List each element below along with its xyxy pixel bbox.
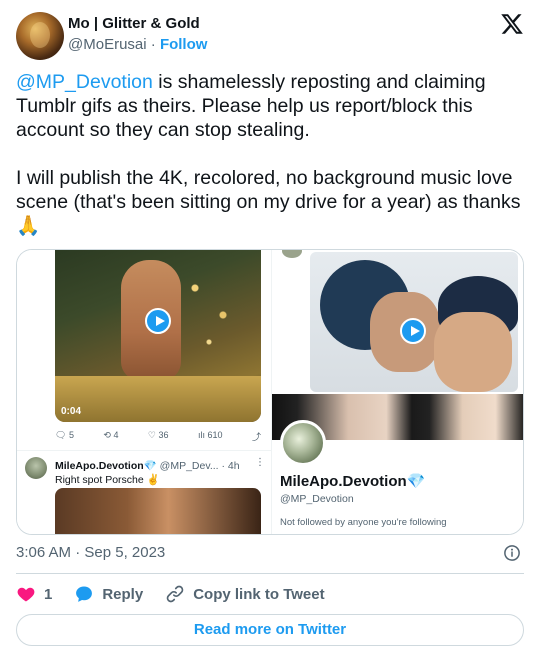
video-thumbnail-1[interactable]: 0:04 [55,250,261,422]
action-bar: 1 Reply Copy link to Tweet [16,584,347,604]
like-count: 1 [44,585,53,603]
reply-header: MileApo.Devotion💎 @MP_Dev... · 4h [55,459,240,472]
profile-handle: @MP_Devotion [280,493,354,505]
reply-author-handle: @MP_Dev... [159,460,219,472]
media-left-screenshot[interactable]: 0:04 🗨 5 ⟲ 4 ♡ 36 ılı 610 ⤴ MileApo.Devo… [17,250,271,534]
profile-avatar [280,420,326,466]
media-grid[interactable]: 0:04 🗨 5 ⟲ 4 ♡ 36 ılı 610 ⤴ MileApo.Devo… [16,249,524,535]
profile-follow-note: Not followed by anyone you're following [280,517,447,528]
video-stats-row: 🗨 5 ⟲ 4 ♡ 36 ılı 610 ⤴ [55,430,261,443]
author-name[interactable]: Mo | Glitter & Gold [68,15,200,32]
tweet-text: @MP_Devotion is shamelessly reposting an… [16,70,526,238]
reply-time: · 4h [221,460,240,472]
profile-name: MileApo.Devotion💎 [280,473,426,490]
video-duration: 0:04 [61,406,82,417]
tweet-paragraph-2-text: I will publish the 4K, recolored, no bac… [16,167,521,213]
divider [16,573,524,574]
more-options-icon: ⋮ [255,457,265,468]
copy-link-button[interactable]: Copy link to Tweet [165,584,325,604]
info-icon[interactable] [503,544,521,562]
handle-separator: · [150,36,156,53]
author-avatar[interactable] [16,12,64,60]
reply-label: Reply [102,585,144,603]
heart-icon [17,587,35,602]
author-handle-row: @MoErusai · Follow [68,36,207,53]
media-right-screenshot[interactable]: MileApo.Devotion💎 @MP_Devotion Not follo… [271,250,523,534]
small-avatar [282,250,302,258]
read-more-button[interactable]: Read more on Twitter [16,614,524,646]
speech-bubble-icon [76,586,93,602]
share-icon: ⤴ [251,432,261,442]
retweet-count-stat: ⟲ 4 [103,430,119,440]
follow-button[interactable]: Follow [160,36,208,53]
like-count-stat: ♡ 36 [147,430,169,440]
tweet-paragraph-2: I will publish the 4K, recolored, no bac… [16,166,526,238]
play-icon[interactable] [400,318,426,344]
praying-hands-emoji: 🙏 [16,215,41,237]
view-count-stat: ılı 610 [197,430,223,440]
reply-button[interactable]: Reply [74,584,143,604]
video-thumbnail-2[interactable] [55,488,261,534]
like-button[interactable]: 1 [16,584,52,604]
reply-count-stat: 🗨 5 [55,430,74,440]
mention-link[interactable]: @MP_Devotion [16,71,153,93]
play-icon[interactable] [145,308,171,334]
author-handle[interactable]: @MoErusai [68,36,147,53]
tweet-paragraph-1: @MP_Devotion is shamelessly reposting an… [16,70,526,142]
reply-avatar [25,457,47,479]
x-logo-icon[interactable] [500,12,524,36]
tweet-timestamp[interactable]: 3:06 AM · Sep 5, 2023 [16,544,165,561]
reply-author-name: MileApo.Devotion💎 [55,460,157,472]
reply-text: Right spot Porsche ✌️ [55,474,160,486]
video-thumbnail-3[interactable] [310,252,518,392]
copy-link-label: Copy link to Tweet [193,585,325,603]
link-icon [166,585,184,603]
tweet-embed-card: Mo | Glitter & Gold @MoErusai · Follow @… [0,0,540,661]
